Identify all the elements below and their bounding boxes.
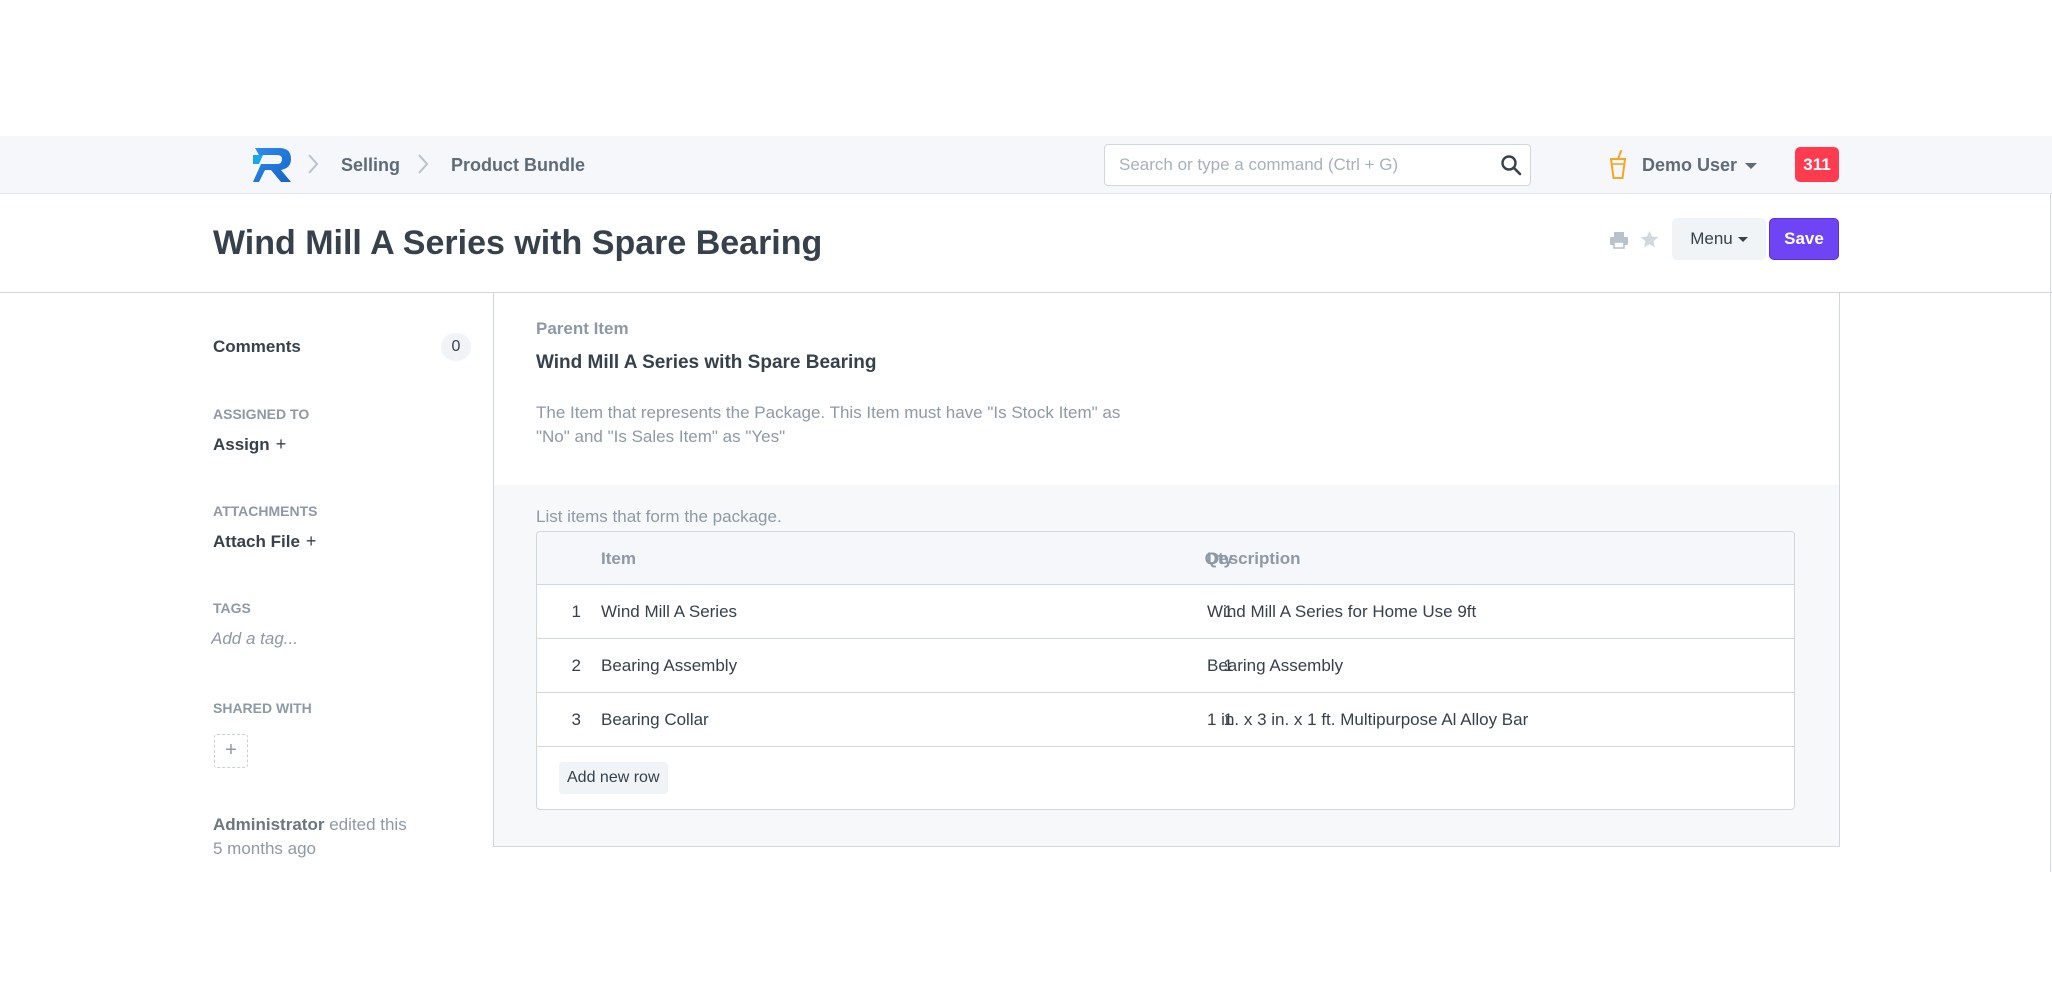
breadcrumb-selling[interactable]: Selling	[341, 154, 400, 176]
drink-cup-icon	[1609, 150, 1627, 179]
plus-icon: +	[275, 434, 287, 454]
tags-heading: TAGS	[213, 600, 251, 616]
edited-by-user[interactable]: Administrator	[213, 815, 324, 834]
table-row[interactable]: 2 Bearing Assembly 1 Bearing Assembly	[537, 639, 1794, 693]
items-table: Item Qty Description 1 Wind Mill A Serie…	[536, 531, 1795, 810]
app-logo-icon[interactable]	[253, 146, 293, 184]
breadcrumb-product-bundle[interactable]: Product Bundle	[451, 154, 585, 176]
form-layout: Parent Item Wind Mill A Series with Spar…	[493, 293, 1840, 847]
row-index: 2	[571, 656, 581, 675]
parent-item-value[interactable]: Wind Mill A Series with Spare Bearing	[536, 351, 877, 375]
items-table-caption: List items that form the package.	[536, 507, 782, 526]
row-item[interactable]: Bearing Collar	[601, 693, 1101, 746]
page-edge-divider	[2050, 194, 2051, 872]
row-index: 3	[571, 710, 581, 729]
row-item[interactable]: Wind Mill A Series	[601, 585, 1101, 638]
chevron-right-icon	[308, 154, 319, 174]
plus-icon: +	[225, 739, 237, 761]
row-index: 1	[571, 602, 581, 621]
caret-down-icon	[1737, 237, 1748, 243]
column-header-description: Description	[1207, 549, 1301, 568]
add-new-row-button[interactable]: Add new row	[559, 762, 668, 794]
user-name: Demo User	[1642, 155, 1738, 175]
comments-count-badge: 0	[441, 333, 471, 361]
edited-text: edited this	[329, 815, 407, 834]
attach-file-button[interactable]: Attach File +	[213, 531, 316, 552]
row-description[interactable]: 1 in. x 3 in. x 1 ft. Multipurpose Al Al…	[1207, 693, 1787, 746]
menu-button[interactable]: Menu	[1672, 218, 1766, 260]
parent-item-description: The Item that represents the Package. Th…	[536, 403, 1121, 446]
star-icon[interactable]	[1639, 229, 1660, 250]
add-tag-input[interactable]	[211, 627, 451, 651]
items-section: List items that form the package. Item Q…	[494, 485, 1839, 846]
parent-item-label: Parent Item	[536, 319, 629, 338]
last-edited-info: Administrator edited this 5 months ago	[213, 813, 453, 861]
notifications-badge[interactable]: 311	[1795, 147, 1839, 182]
attach-file-label: Attach File	[213, 532, 300, 551]
shared-with-heading: SHARED WITH	[213, 700, 312, 716]
save-button[interactable]: Save	[1769, 218, 1839, 260]
assigned-to-heading: ASSIGNED TO	[213, 406, 310, 422]
table-row[interactable]: 1 Wind Mill A Series 1 Wind Mill A Serie…	[537, 585, 1794, 639]
user-menu[interactable]: Demo User	[1642, 154, 1758, 176]
chevron-right-icon	[418, 154, 429, 174]
caret-down-icon	[1745, 163, 1758, 170]
comments-link[interactable]: Comments	[213, 337, 301, 357]
navbar: Selling Product Bundle Demo User 311	[0, 136, 2052, 194]
page-head: Wind Mill A Series with Spare Bearing Me…	[0, 194, 2052, 293]
print-icon[interactable]	[1609, 230, 1629, 250]
add-share-button[interactable]: +	[214, 734, 248, 768]
menu-button-label: Menu	[1690, 229, 1733, 248]
column-header-item: Item	[601, 549, 636, 568]
edited-time: 5 months ago	[213, 839, 317, 858]
assign-button[interactable]: Assign +	[213, 434, 286, 455]
row-item[interactable]: Bearing Assembly	[601, 639, 1101, 692]
plus-icon: +	[305, 531, 317, 551]
search-input[interactable]	[1104, 144, 1531, 186]
search-icon[interactable]	[1500, 154, 1522, 176]
parent-item-section: Parent Item Wind Mill A Series with Spar…	[494, 293, 1839, 485]
assign-label: Assign	[213, 435, 270, 454]
table-row[interactable]: 3 Bearing Collar 1 1 in. x 3 in. x 1 ft.…	[537, 693, 1794, 747]
table-header: Item Qty Description	[537, 532, 1794, 585]
row-description[interactable]: Bearing Assembly	[1207, 639, 1787, 692]
page-title: Wind Mill A Series with Spare Bearing	[213, 224, 823, 262]
row-description[interactable]: Wind Mill A Series for Home Use 9ft	[1207, 585, 1787, 638]
attachments-heading: ATTACHMENTS	[213, 503, 318, 519]
